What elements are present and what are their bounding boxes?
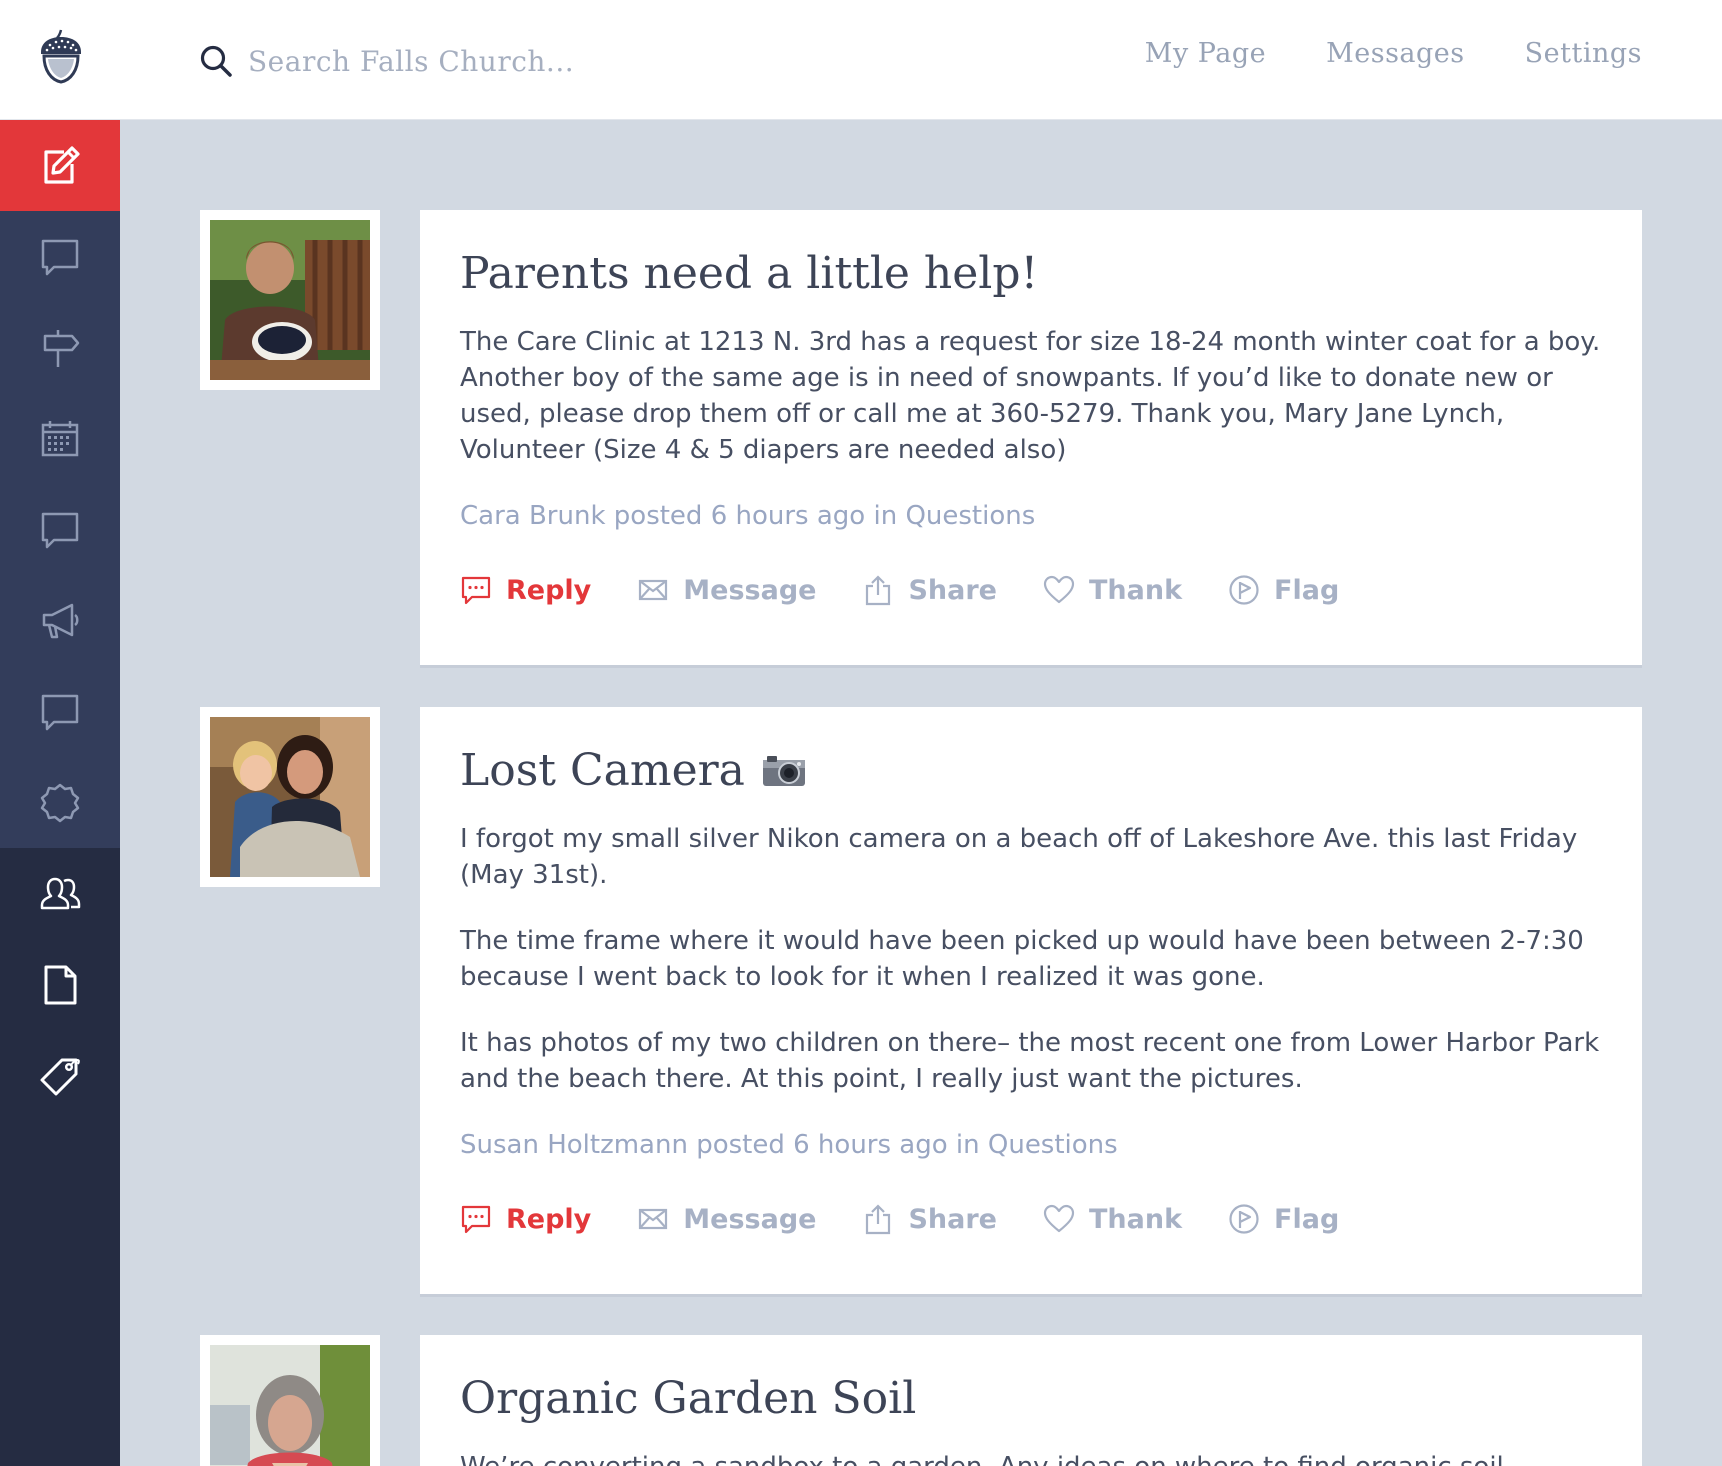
share-label: Share [908, 574, 997, 606]
reply-label: Reply [506, 574, 592, 606]
search-bar[interactable] [198, 38, 758, 84]
avatar[interactable] [210, 1345, 370, 1466]
post-actions: Reply Message Share Thank Flag [460, 570, 1602, 610]
post-body: The Care Clinic at 1213 N. 3rd has a req… [460, 324, 1602, 468]
post-card: Organic Garden Soil We’re converting a s… [420, 1335, 1642, 1466]
sidebar-item-directions[interactable] [0, 302, 120, 393]
share-label: Share [908, 1203, 997, 1235]
author-avatar-frame [200, 707, 380, 887]
heart-icon [1043, 575, 1075, 604]
avatar[interactable] [210, 220, 370, 380]
reply-button[interactable]: Reply [460, 574, 591, 606]
post-title-text: Organic Garden Soil [460, 1373, 917, 1424]
thank-label: Thank [1089, 1203, 1183, 1235]
share-icon [866, 575, 891, 606]
heart-icon [1043, 1204, 1075, 1233]
reply-icon [461, 576, 491, 605]
camera-icon [762, 756, 805, 786]
badge-icon [40, 783, 80, 822]
thank-label: Thank [1089, 574, 1183, 606]
post-body: I forgot my small silver Nikon camera on… [460, 821, 1602, 1097]
chat-bubble-icon [41, 512, 79, 548]
post-title[interactable]: Lost Camera [460, 743, 1602, 799]
message-button[interactable]: Message [637, 1203, 816, 1235]
reply-label: Reply [506, 1203, 592, 1235]
thank-button[interactable]: Thank [1043, 1203, 1182, 1235]
flag-icon [1229, 575, 1259, 605]
nav-messages[interactable]: Messages [1326, 38, 1465, 69]
chat-bubble-icon [41, 694, 79, 730]
search-input[interactable] [248, 44, 748, 78]
flag-label: Flag [1274, 1203, 1340, 1235]
message-button[interactable]: Message [637, 574, 816, 606]
flag-label: Flag [1274, 574, 1340, 606]
post-card: Parents need a little help! The Care Cli… [420, 210, 1642, 668]
message-label: Message [683, 574, 817, 606]
post-paragraph: We’re converting a sandbox to a garden. … [460, 1449, 1602, 1466]
calendar-icon [41, 420, 79, 456]
post-title-text: Lost Camera [460, 745, 745, 796]
post-paragraph: The Care Clinic at 1213 N. 3rd has a req… [460, 327, 1601, 465]
share-button[interactable]: Share [862, 1203, 997, 1235]
acorn-logo[interactable] [38, 28, 84, 84]
people-icon [40, 877, 81, 909]
share-button[interactable]: Share [862, 574, 997, 606]
post-meta[interactable]: Cara Brunk posted 6 hours ago in Questio… [460, 498, 1602, 534]
sidebar-item-badges[interactable] [0, 757, 120, 848]
sidebar-item-announcements[interactable] [0, 575, 120, 666]
post-title[interactable]: Parents need a little help! [460, 246, 1602, 302]
search-icon [200, 45, 232, 77]
flag-button[interactable]: Flag [1228, 574, 1339, 606]
sidebar-item-neighbors[interactable] [0, 848, 120, 939]
sidebar-item-events[interactable] [0, 393, 120, 484]
post-card: Lost Camera I forgot my small silver Nik… [420, 707, 1642, 1297]
avatar[interactable] [210, 717, 370, 877]
top-bar: My Page Messages Settings [0, 0, 1722, 120]
sidebar [0, 120, 120, 1466]
megaphone-icon [42, 603, 79, 638]
sidebar-item-compose[interactable] [0, 120, 120, 211]
message-label: Message [683, 1203, 817, 1235]
flag-button[interactable]: Flag [1228, 1203, 1339, 1235]
thank-button[interactable]: Thank [1043, 574, 1182, 606]
envelope-icon [639, 579, 668, 601]
sidebar-item-classifieds[interactable] [0, 1030, 120, 1121]
tag-icon [40, 1058, 80, 1095]
sidebar-item-general[interactable] [0, 666, 120, 757]
nav-my-page[interactable]: My Page [1145, 38, 1266, 69]
post-paragraph: I forgot my small silver Nikon camera on… [460, 824, 1578, 890]
post-body: We’re converting a sandbox to a garden. … [460, 1449, 1602, 1466]
sidebar-item-discussions[interactable] [0, 211, 120, 302]
post-meta[interactable]: Susan Holtzmann posted 6 hours ago in Qu… [460, 1127, 1602, 1163]
post-title[interactable]: Organic Garden Soil [460, 1371, 1602, 1427]
document-icon [44, 965, 77, 1004]
compose-icon [44, 145, 80, 184]
share-icon [866, 1204, 891, 1235]
signpost-icon [43, 329, 80, 367]
post-title-text: Parents need a little help! [460, 248, 1039, 299]
post-paragraph: It has photos of my two children on ther… [460, 1028, 1600, 1094]
chat-bubble-icon [41, 239, 79, 275]
author-avatar-frame [200, 1335, 380, 1466]
flag-icon [1229, 1204, 1259, 1234]
reply-button[interactable]: Reply [460, 1203, 591, 1235]
sidebar-item-documents[interactable] [0, 939, 120, 1030]
reply-icon [461, 1205, 491, 1234]
post-paragraph: The time frame where it would have been … [460, 926, 1584, 992]
author-avatar-frame [200, 210, 380, 390]
sidebar-item-questions[interactable] [0, 484, 120, 575]
nav-settings[interactable]: Settings [1525, 38, 1642, 69]
top-nav: My Page Messages Settings [1145, 38, 1642, 69]
envelope-icon [639, 1208, 668, 1230]
post-actions: Reply Message Share Thank Flag [460, 1199, 1602, 1239]
